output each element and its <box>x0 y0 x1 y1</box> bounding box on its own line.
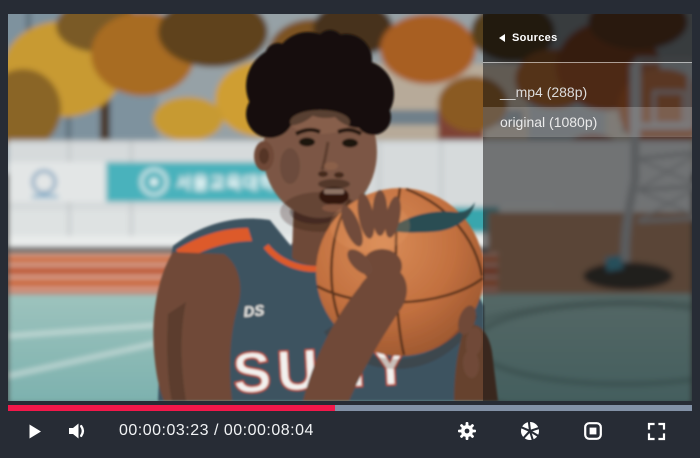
source-item-mp4-288p[interactable]: __mp4 (288p) <box>483 77 692 107</box>
volume-icon <box>66 421 88 441</box>
sources-menu: Sources __mp4 (288p) original (1080p) <box>483 14 692 401</box>
fullscreen-icon <box>647 422 666 441</box>
aperture-icon <box>520 421 540 441</box>
picture-in-picture-button[interactable] <box>573 413 613 449</box>
volume-button[interactable] <box>57 413 97 449</box>
source-item-original-1080p[interactable]: original (1080p) <box>483 107 692 137</box>
time-display: 00:00:03:23 / 00:00:08:04 <box>119 422 314 440</box>
play-icon <box>25 422 44 441</box>
settings-button[interactable] <box>447 413 487 449</box>
sources-menu-header[interactable]: Sources <box>483 14 692 62</box>
picture-in-picture-icon <box>583 421 603 441</box>
control-bar: 00:00:03:23 / 00:00:08:04 <box>0 401 700 458</box>
jersey-chest-text: DS <box>243 302 265 321</box>
play-button[interactable] <box>14 413 54 449</box>
fullscreen-button[interactable] <box>636 413 676 449</box>
video-player: 서울교육대학교 <box>0 0 700 458</box>
gear-icon <box>457 421 477 441</box>
screenshot-button[interactable] <box>510 413 550 449</box>
sources-menu-title: Sources <box>512 32 558 44</box>
chevron-left-icon <box>499 34 505 42</box>
